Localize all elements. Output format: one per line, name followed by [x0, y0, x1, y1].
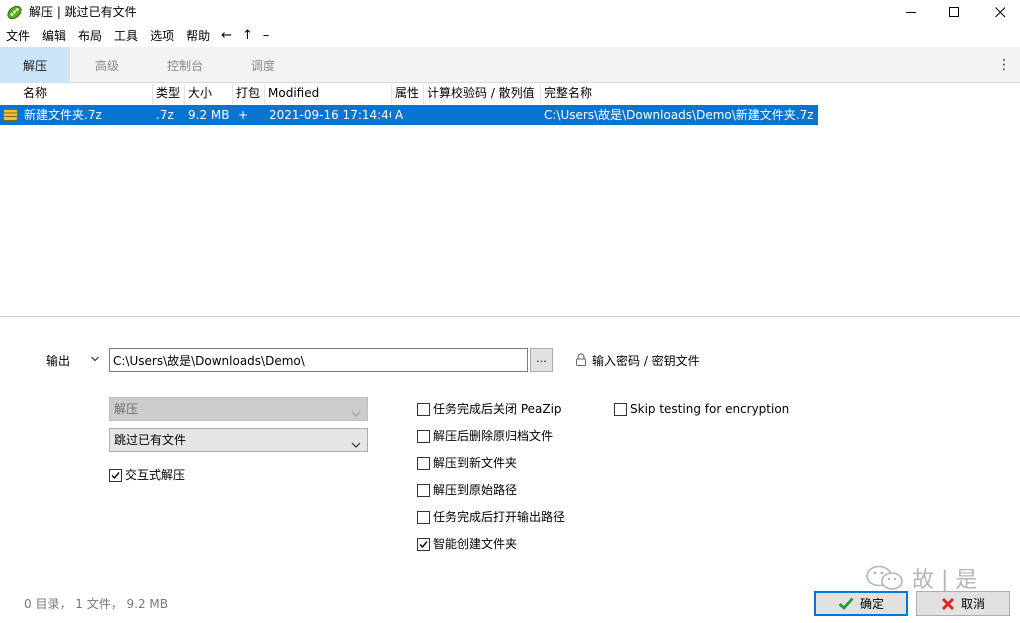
ok-button-label: 确定	[859, 597, 884, 611]
checkmark-icon	[419, 541, 428, 549]
cancel-button[interactable]: 取消	[916, 591, 1010, 616]
dash-icon[interactable]: –	[258, 26, 275, 46]
to-original-path-label[interactable]: 解压到原始路径	[433, 482, 517, 498]
output-history-dropdown[interactable]	[90, 352, 100, 368]
list-header: 名称 类型 大小 打包 Modified 属性 计算校验码 / 散列值 完整名称	[0, 84, 1020, 104]
row-hash	[428, 105, 540, 125]
column-hash[interactable]: 计算校验码 / 散列值	[424, 84, 541, 104]
to-new-folder-label[interactable]: 解压到新文件夹	[433, 455, 517, 471]
up-arrow-icon[interactable]: ↑	[237, 26, 258, 46]
ok-button[interactable]: 确定	[814, 591, 908, 616]
row-fullname: C:\Users\故是\Downloads\Demo\新建文件夹.7z	[544, 108, 814, 122]
smart-create-folder-checkbox[interactable]	[417, 538, 430, 551]
open-output-checkbox[interactable]	[417, 511, 430, 524]
row-size: 9.2 MB	[188, 108, 230, 122]
to-new-folder-checkbox[interactable]	[417, 457, 430, 470]
checkmark-icon	[111, 472, 120, 480]
column-fullname[interactable]: 完整名称	[541, 84, 818, 104]
skip-testing-checkbox[interactable]	[614, 403, 627, 416]
peazip-app-icon	[6, 4, 23, 21]
browse-button[interactable]: ...	[530, 348, 553, 372]
delete-after-label[interactable]: 解压后删除原归档文件	[433, 428, 553, 444]
row-name: 新建文件夹.7z	[24, 108, 102, 122]
interactive-extract-label[interactable]: 交互式解压	[125, 467, 185, 483]
password-keyfile-link[interactable]: 输入密码 / 密钥文件	[592, 353, 700, 369]
skip-testing-label[interactable]: Skip testing for encryption	[630, 401, 789, 417]
row-type: .7z	[156, 108, 174, 122]
menu-options[interactable]: 选项	[144, 26, 180, 46]
open-output-label[interactable]: 任务完成后打开输出路径	[433, 509, 565, 525]
file-list[interactable]: 名称 类型 大小 打包 Modified 属性 计算校验码 / 散列值 完整名称…	[0, 84, 1020, 317]
watermark-text: 故 | 是	[912, 568, 978, 593]
column-packed[interactable]: 打包	[233, 84, 265, 104]
menu-edit[interactable]: 编辑	[36, 26, 72, 46]
close-after-label[interactable]: 任务完成后关闭 PeaZip	[433, 401, 562, 417]
chevron-down-icon	[91, 356, 99, 362]
interactive-extract-checkbox[interactable]	[109, 469, 122, 482]
close-button[interactable]	[977, 0, 1020, 25]
overwrite-select-value: 跳过已有文件	[114, 433, 187, 447]
overwrite-select[interactable]: 跳过已有文件	[109, 428, 368, 452]
row-attributes: A	[395, 108, 404, 122]
output-path-input[interactable]	[109, 348, 528, 372]
status-text: 0 目录， 1 文件， 9.2 MB	[24, 597, 169, 611]
menu-layout[interactable]: 布局	[72, 26, 108, 46]
close-after-checkbox[interactable]	[417, 403, 430, 416]
menu-bar: 文件 编辑 布局 工具 选项 帮助 ← ↑ –	[0, 26, 1020, 46]
menu-tools[interactable]: 工具	[108, 26, 144, 46]
tab-extract[interactable]: 解压	[0, 47, 70, 83]
more-options-icon[interactable]: ⋮	[997, 55, 1011, 75]
menu-file[interactable]: 文件	[0, 26, 36, 46]
watermark: 故 | 是	[864, 564, 978, 593]
tab-advanced[interactable]: 高级	[72, 47, 142, 83]
smart-create-folder-label[interactable]: 智能创建文件夹	[433, 536, 517, 552]
x-icon	[941, 597, 955, 611]
tab-bar: 解压 高级 控制台 调度 ⋮	[0, 47, 1020, 83]
column-name[interactable]: 名称	[20, 84, 153, 104]
title-bar: 解压 | 跳过已有文件	[0, 0, 1020, 25]
mode-select: 解压	[109, 397, 368, 421]
tab-schedule[interactable]: 调度	[228, 47, 298, 83]
menu-help[interactable]: 帮助	[180, 26, 216, 46]
window-title: 解压 | 跳过已有文件	[29, 5, 137, 19]
chevron-down-icon	[351, 435, 361, 448]
archive-icon	[3, 109, 18, 121]
output-label: 输出	[46, 354, 71, 368]
tab-console[interactable]: 控制台	[150, 47, 220, 83]
minimize-button[interactable]	[888, 0, 934, 25]
wechat-icon	[866, 565, 903, 590]
column-size[interactable]: 大小	[185, 84, 233, 104]
chevron-down-icon	[351, 404, 361, 417]
mode-select-value: 解压	[114, 402, 139, 416]
row-packed: +	[238, 108, 249, 122]
lock-icon[interactable]	[575, 353, 587, 370]
cancel-button-label: 取消	[960, 597, 985, 611]
table-row[interactable]: 新建文件夹.7z .7z 9.2 MB + 2021-09-16 17:14:4…	[0, 105, 818, 125]
maximize-button[interactable]	[931, 0, 977, 25]
column-attributes[interactable]: 属性	[392, 84, 424, 104]
back-arrow-icon[interactable]: ←	[216, 26, 237, 46]
row-modified: 2021-09-16 17:14:46	[269, 108, 391, 122]
delete-after-checkbox[interactable]	[417, 430, 430, 443]
column-modified[interactable]: Modified	[265, 84, 392, 104]
to-original-path-checkbox[interactable]	[417, 484, 430, 497]
check-icon	[838, 597, 854, 610]
column-type[interactable]: 类型	[153, 84, 185, 104]
